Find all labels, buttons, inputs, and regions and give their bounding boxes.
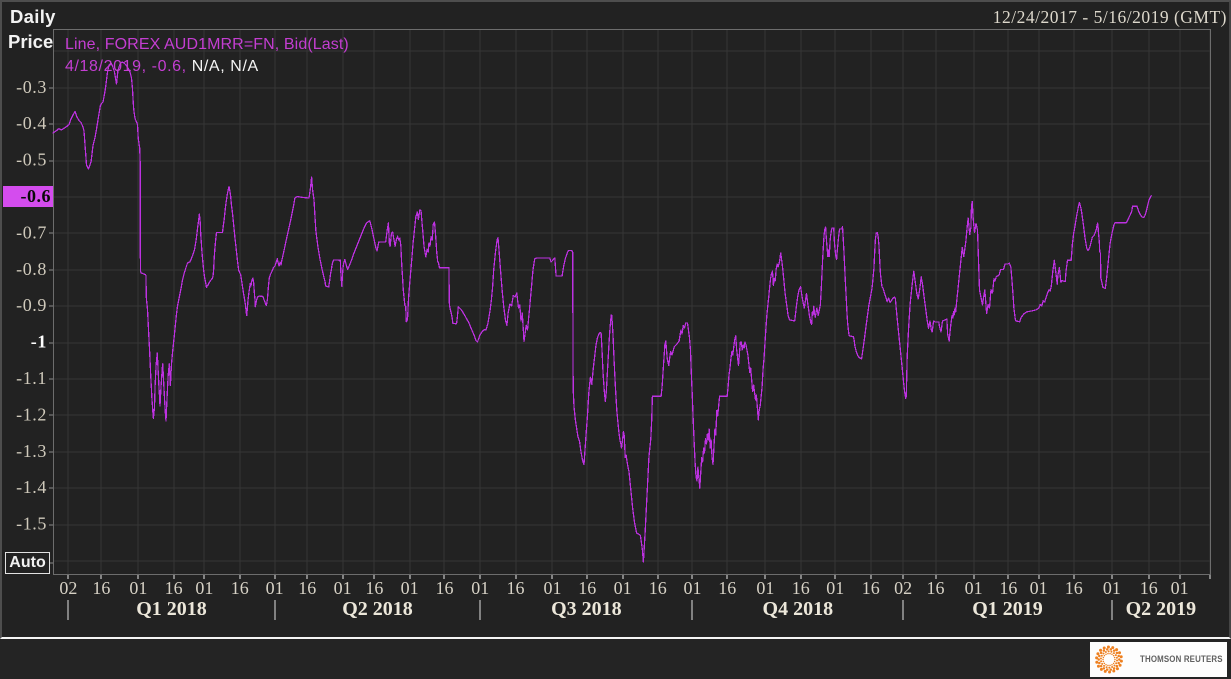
svg-text:16: 16 [649,578,667,598]
svg-text:01: 01 [826,578,844,598]
svg-text:01: 01 [334,578,352,598]
svg-text:-1.1: -1.1 [16,368,47,388]
svg-text:01: 01 [195,578,213,598]
svg-text:16: 16 [792,578,810,598]
svg-text:01: 01 [965,578,983,598]
svg-text:16: 16 [92,578,110,598]
svg-text:16: 16 [231,578,249,598]
svg-text:16: 16 [1065,578,1083,598]
svg-text:-1.4: -1.4 [16,477,47,497]
svg-text:-1: -1 [31,332,47,352]
svg-text:02: 02 [59,578,77,598]
svg-text:16: 16 [862,578,880,598]
svg-text:-1.5: -1.5 [16,514,47,534]
svg-text:-1.3: -1.3 [16,441,47,461]
svg-text:16: 16 [1140,578,1158,598]
svg-text:16: 16 [165,578,183,598]
svg-text:02: 02 [894,578,912,598]
svg-text:-0.8: -0.8 [16,259,47,279]
svg-text:01: 01 [544,578,562,598]
svg-text:16: 16 [365,578,383,598]
svg-text:16: 16 [718,578,736,598]
svg-text:-0.9: -0.9 [16,295,47,315]
svg-text:01: 01 [1030,578,1048,598]
svg-text:-0.4: -0.4 [16,113,47,133]
svg-text:Q1 2018: Q1 2018 [136,598,207,620]
svg-text:-0.3: -0.3 [16,77,47,97]
svg-text:16: 16 [436,578,454,598]
svg-text:-1.2: -1.2 [16,404,47,424]
svg-text:Q4 2018: Q4 2018 [763,598,834,620]
svg-text:01: 01 [401,578,419,598]
svg-text:-0.7: -0.7 [16,222,47,242]
svg-text:16: 16 [507,578,525,598]
svg-text:01: 01 [1103,578,1121,598]
svg-text:01: 01 [266,578,284,598]
svg-text:Q3 2018: Q3 2018 [551,598,622,620]
svg-text:Q2 2019: Q2 2019 [1126,598,1197,620]
svg-text:01: 01 [684,578,702,598]
svg-text:16: 16 [578,578,596,598]
svg-text:01: 01 [614,578,632,598]
svg-text:-0.5: -0.5 [16,150,47,170]
svg-text:Q1 2019: Q1 2019 [972,598,1043,620]
svg-text:01: 01 [471,578,489,598]
svg-text:16: 16 [298,578,316,598]
svg-text:01: 01 [756,578,774,598]
svg-text:16: 16 [999,578,1017,598]
svg-text:01: 01 [1171,578,1189,598]
svg-text:16: 16 [927,578,945,598]
svg-text:01: 01 [129,578,147,598]
svg-text:Q2 2018: Q2 2018 [342,598,413,620]
